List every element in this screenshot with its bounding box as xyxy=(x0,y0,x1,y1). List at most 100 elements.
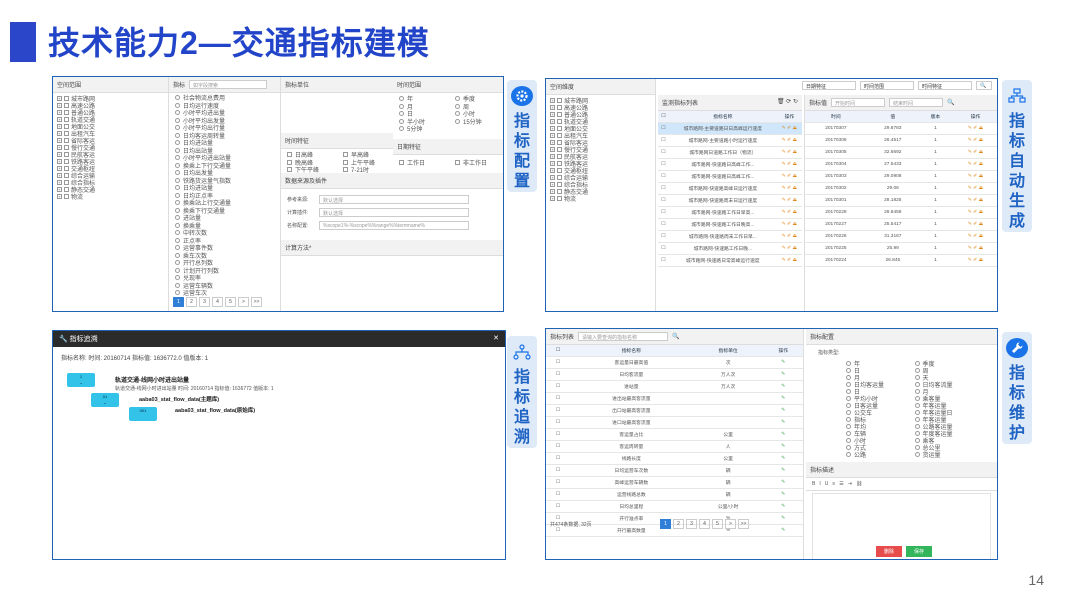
expand-icon[interactable]: + xyxy=(550,119,555,124)
tree-checkbox[interactable] xyxy=(557,182,562,187)
time-range-option[interactable]: 年 xyxy=(393,95,449,103)
radio-button[interactable] xyxy=(175,140,180,146)
checkbox[interactable] xyxy=(399,159,404,165)
row-checkbox[interactable]: ☐ xyxy=(658,122,669,135)
checkbox[interactable] xyxy=(287,159,292,165)
type-option[interactable]: 月 xyxy=(909,388,978,396)
pager-button[interactable]: 4 xyxy=(699,519,710,529)
table-row[interactable]: ☐ 日均总里程 公里/小时 ✎ xyxy=(546,500,803,513)
expand-icon[interactable]: + xyxy=(57,159,62,164)
tree-checkbox[interactable] xyxy=(64,124,69,129)
row-checkbox[interactable]: ☐ xyxy=(658,242,669,255)
radio-button[interactable] xyxy=(175,222,180,228)
pager-button[interactable]: 3 xyxy=(686,519,697,529)
radio-button[interactable] xyxy=(846,424,851,429)
value-actions[interactable]: ✎ ✐ ⏏ xyxy=(952,206,997,219)
expand-icon[interactable]: + xyxy=(57,138,62,143)
radio-button[interactable] xyxy=(175,282,180,288)
tree-item[interactable]: + 地面公交 xyxy=(546,125,655,133)
tree-checkbox[interactable] xyxy=(64,103,69,108)
tree-checkbox[interactable] xyxy=(557,133,562,138)
row-checkbox[interactable]: ☐ xyxy=(546,440,571,453)
table-row[interactable]: ☐ 城市路网-快速路日高峰工作... ✎ ✐ ⏏ xyxy=(658,158,802,171)
edit-icon[interactable]: ✎ xyxy=(763,464,803,477)
checkbox[interactable] xyxy=(343,152,348,158)
edit-icon[interactable]: ✎ xyxy=(763,416,803,429)
type-option[interactable]: 年度客运量 xyxy=(909,430,978,438)
tree-checkbox[interactable] xyxy=(64,194,69,199)
filter-select[interactable]: 日期特征 xyxy=(802,81,856,90)
row-actions[interactable]: ✎ ✐ ⏏ xyxy=(776,254,802,267)
expand-icon[interactable]: + xyxy=(57,145,62,150)
radio-button[interactable] xyxy=(846,389,851,394)
value-actions[interactable]: ✎ ✐ ⏏ xyxy=(952,146,997,159)
row-checkbox[interactable]: ☐ xyxy=(546,500,571,513)
radio-button[interactable] xyxy=(175,132,180,138)
value-actions[interactable]: ✎ ✐ ⏏ xyxy=(952,254,997,267)
tree-checkbox[interactable] xyxy=(557,175,562,180)
radio-button[interactable] xyxy=(914,396,920,401)
expand-icon[interactable]: + xyxy=(550,147,555,152)
form-select[interactable]: %scope1%-%scope%%range%%termname% xyxy=(319,221,469,230)
expand-icon[interactable]: + xyxy=(550,182,555,187)
row-actions[interactable]: ✎ ✐ ⏏ xyxy=(776,158,802,171)
radio-button[interactable] xyxy=(175,155,180,161)
row-actions[interactable]: ✎ ✐ ⏏ xyxy=(776,182,802,195)
tree-item[interactable]: + 省际客运 xyxy=(546,139,655,147)
tree-item[interactable]: + 物流 xyxy=(53,193,168,201)
radio-button[interactable] xyxy=(175,110,180,116)
table-row[interactable]: ☐ 城市路网-主要道路小时运行速度 ✎ ✐ ⏏ xyxy=(658,134,802,147)
radio-button[interactable] xyxy=(175,215,180,221)
pager-button[interactable]: > xyxy=(725,519,736,529)
radio-button[interactable] xyxy=(846,396,851,401)
table-row[interactable]: ☐ 城市路网-快速路周末日运行速度 ✎ ✐ ⏏ xyxy=(658,194,802,207)
edit-icon[interactable]: ✎ xyxy=(763,428,803,441)
pager-button[interactable]: >> xyxy=(251,297,262,307)
bold-icon[interactable]: B xyxy=(812,481,815,487)
radio-button[interactable] xyxy=(175,177,180,183)
table-row[interactable]: ☐ 客运量日最高值次 ✎ xyxy=(546,356,803,369)
row-actions[interactable]: ✎ ✐ ⏏ xyxy=(776,170,802,183)
row-checkbox[interactable]: ☐ xyxy=(546,428,571,441)
radio-button[interactable] xyxy=(846,438,851,443)
radio-button[interactable] xyxy=(846,382,851,387)
type-option[interactable]: 公路 xyxy=(840,451,909,459)
tree-item[interactable]: + 轨道交通 xyxy=(546,118,655,126)
list-toolbar-icons[interactable]: 🗑 ⟳ ↻ xyxy=(777,98,798,107)
radio-button[interactable] xyxy=(175,252,180,258)
expand-icon[interactable]: + xyxy=(550,140,555,145)
tree-checkbox[interactable] xyxy=(64,180,69,185)
form-select[interactable]: 默认选择 xyxy=(319,208,469,217)
tree-item[interactable]: + 综合指标 xyxy=(546,181,655,189)
type-option[interactable]: 日 xyxy=(840,367,909,375)
radio-button[interactable] xyxy=(399,126,404,132)
type-option[interactable]: 日均客运量 xyxy=(840,381,909,389)
radio-button[interactable] xyxy=(846,410,851,415)
tree-checkbox[interactable] xyxy=(557,119,562,124)
indent-icon[interactable]: ⇥ xyxy=(848,481,852,487)
row-actions[interactable]: ✎ ✐ ⏏ xyxy=(776,122,802,135)
row-checkbox[interactable]: ☐ xyxy=(658,218,669,231)
expand-icon[interactable]: + xyxy=(57,103,62,108)
expand-icon[interactable]: + xyxy=(57,180,62,185)
row-checkbox[interactable]: ☐ xyxy=(658,206,669,219)
expand-icon[interactable]: + xyxy=(57,131,62,136)
table-row[interactable]: ☐ 进口站最高客流量 ✎ xyxy=(546,416,803,429)
expand-icon[interactable]: + xyxy=(550,168,555,173)
expand-icon[interactable]: + xyxy=(57,124,62,129)
value-actions[interactable]: ✎ ✐ ⏏ xyxy=(952,122,997,135)
pager-button[interactable]: 3 xyxy=(199,297,210,307)
value-actions[interactable]: ✎ ✐ ⏏ xyxy=(952,158,997,171)
expand-icon[interactable]: + xyxy=(57,187,62,192)
radio-button[interactable] xyxy=(455,96,460,102)
expand-icon[interactable]: + xyxy=(57,152,62,157)
tree-checkbox[interactable] xyxy=(557,112,562,117)
expand-icon[interactable]: + xyxy=(550,105,555,110)
row-checkbox[interactable]: ☐ xyxy=(658,182,669,195)
tree-checkbox[interactable] xyxy=(64,152,69,157)
filter-select[interactable]: 时间特征 xyxy=(918,81,972,90)
table-row[interactable]: ☐ 日均客流量 万人次 ✎ xyxy=(546,368,803,381)
expand-icon[interactable]: + xyxy=(550,98,555,103)
row-actions[interactable]: ✎ ✐ ⏏ xyxy=(776,218,802,231)
row-checkbox[interactable]: ☐ xyxy=(546,368,571,381)
